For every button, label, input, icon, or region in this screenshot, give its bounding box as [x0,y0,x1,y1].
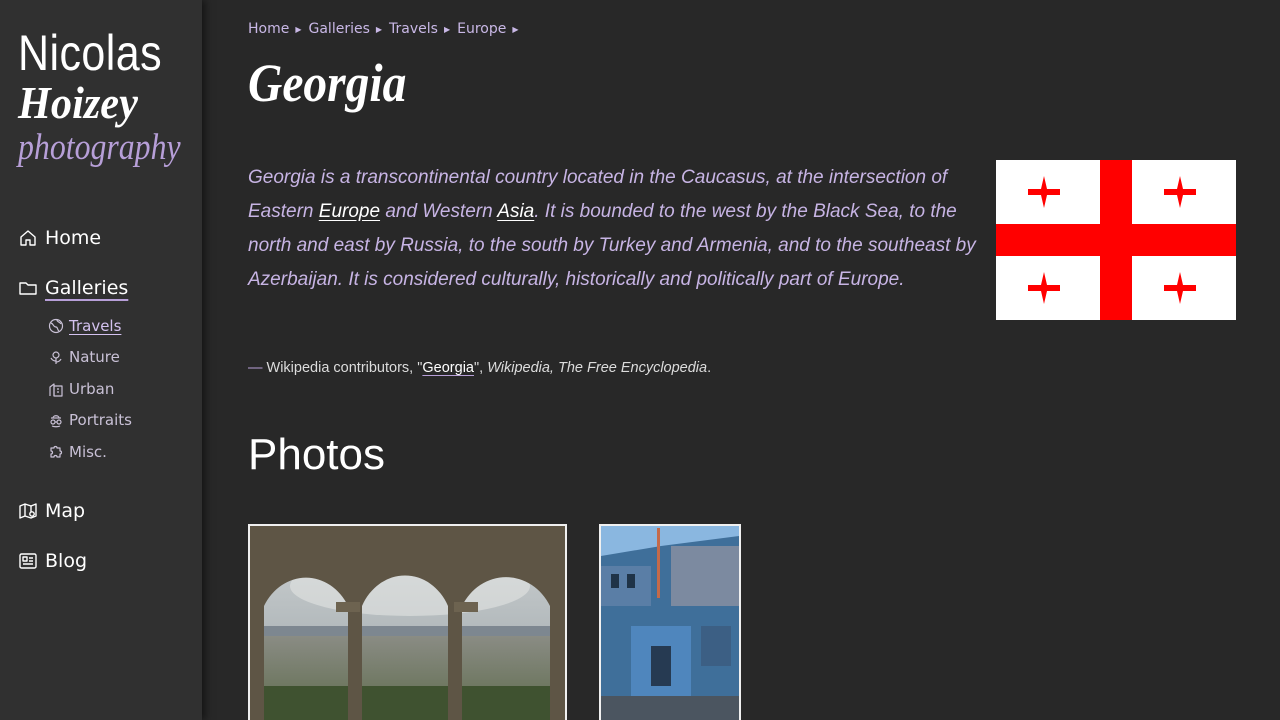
photo-thumbnail-blue-house[interactable] [599,524,741,720]
galleries-submenu: Travels Nature Urban Portraits Misc. [48,310,132,468]
link-georgia-wikipedia[interactable]: Georgia [422,360,474,376]
breadcrumb-separator-icon: ▶ [512,24,519,34]
nav-item-blog[interactable]: Blog [18,545,87,577]
attribution-dash: — [248,360,263,376]
logo-first-name: Nicolas [18,25,163,81]
nav-item-label: Home [45,227,102,249]
map-icon [18,501,38,521]
flower-icon [48,349,64,365]
photo-thumbnail-tbilisi-arches[interactable] [248,524,567,720]
breadcrumb-separator-icon: ▶ [375,24,383,34]
sub-item-portraits[interactable]: Portraits [48,405,132,437]
breadcrumb-home[interactable]: Home [248,21,289,37]
nav-item-label: Galleries [45,277,129,299]
breadcrumb-travels[interactable]: Travels [389,21,438,37]
sub-item-label: Portraits [69,411,132,430]
news-icon [18,551,38,571]
quote-attribution: — Wikipedia contributors, "Georgia", Wik… [248,360,711,376]
logo-subtitle: photography [18,127,181,168]
sub-item-label: Urban [69,379,115,398]
breadcrumb-galleries[interactable]: Galleries [309,21,370,37]
page-title: Georgia [248,53,407,113]
attribution-text: . [707,360,712,376]
nav-item-label: Map [45,500,86,522]
nav-item-label: Blog [45,550,87,572]
breadcrumb-separator-icon: ▶ [443,24,451,34]
logo-last-name: Hoizey [18,77,138,128]
building-icon [48,381,64,397]
link-europe[interactable]: Europe [319,201,380,222]
attribution-text: Wikipedia contributors, " [262,360,423,376]
sidebar: Nicolas Hoizey photography Home Gallerie… [0,0,202,720]
sub-item-misc[interactable]: Misc. [48,436,132,468]
sub-item-travels[interactable]: Travels [48,310,132,342]
sub-item-nature[interactable]: Nature [48,342,132,374]
person-icon [48,412,64,428]
sub-item-label: Travels [69,316,122,335]
link-asia[interactable]: Asia [497,201,534,222]
georgia-flag [996,160,1236,320]
globe-icon [48,318,64,334]
sub-item-label: Nature [69,348,120,367]
attribution-text: ", [473,360,488,376]
nav-item-galleries[interactable]: Galleries [18,272,128,304]
section-title-photos: Photos [248,430,385,479]
breadcrumb-separator-icon: ▶ [295,24,302,34]
sub-item-urban[interactable]: Urban [48,373,132,405]
site-logo[interactable]: Nicolas Hoizey photography [18,26,188,170]
description-quote: Georgia is a transcontinental country lo… [248,161,976,297]
sub-item-label: Misc. [69,442,107,461]
nav-item-home[interactable]: Home [18,222,101,254]
main-content: Home ▶ Galleries ▶ Travels ▶ Europe ▶ Ge… [248,0,1238,720]
breadcrumb-europe[interactable]: Europe [457,21,506,37]
folder-icon [18,278,38,298]
quote-text: and Western [380,201,498,222]
home-icon [18,228,38,248]
puzzle-icon [48,444,64,460]
breadcrumb: Home ▶ Galleries ▶ Travels ▶ Europe ▶ [248,21,526,37]
nav-item-map[interactable]: Map [18,495,85,527]
attribution-source: Wikipedia, The Free Encyclopedia [487,360,708,376]
